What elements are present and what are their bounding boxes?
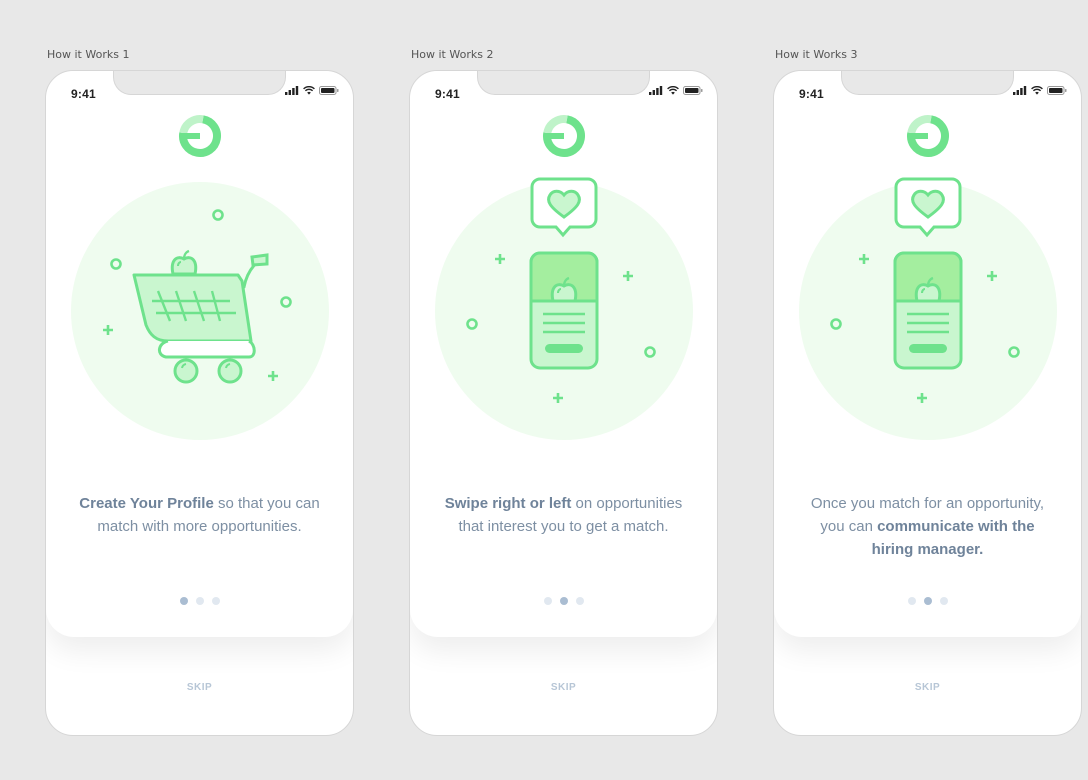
page-dot-3[interactable]	[211, 597, 220, 605]
page-dot-1[interactable]	[907, 597, 916, 605]
onboarding-copy: Create Your Profile so that you can matc…	[74, 492, 325, 538]
page-dot-2[interactable]	[559, 597, 568, 605]
skip-button[interactable]: SKIP	[410, 682, 717, 693]
onboarding-copy: Swipe right or left on opportunities tha…	[438, 492, 689, 538]
page-dot-1[interactable]	[543, 597, 552, 605]
page-indicator	[774, 597, 1081, 605]
copy-emphasis: Create Your Profile	[79, 495, 214, 512]
artboard-label: How it Works 1	[47, 48, 130, 61]
artboard-label: How it Works 2	[411, 48, 494, 61]
artboard-label: How it Works 3	[775, 48, 858, 61]
page-dot-3[interactable]	[575, 597, 584, 605]
artboard-2: How it Works 2 9:41 Swipe right or left …	[409, 48, 719, 736]
copy-emphasis: communicate with the hiring manager.	[871, 518, 1035, 558]
artboard-3: How it Works 3 9:41 Once you match for a…	[773, 48, 1083, 736]
page-dot-3[interactable]	[939, 597, 948, 605]
artboard-1: How it Works 1 9:41 Create Your Profile …	[45, 48, 355, 736]
page-dot-2[interactable]	[923, 597, 932, 605]
phone-frame: 9:41 Once you match for an opportunity, …	[773, 70, 1082, 736]
onboarding-card: 9:41 Swipe right or left on opportunitie…	[410, 71, 717, 637]
shopping-cart-illustration	[103, 209, 292, 384]
phone-heart-illustration	[466, 177, 656, 403]
page-dot-1[interactable]	[179, 597, 188, 605]
onboarding-copy: Once you match for an opportunity, you c…	[802, 492, 1053, 561]
phone-heart-illustration	[830, 177, 1020, 403]
copy-emphasis: Swipe right or left	[444, 495, 572, 512]
page-indicator	[410, 597, 717, 605]
phone-frame: 9:41 Create Your Profile so that you can…	[45, 70, 354, 736]
page-dot-2[interactable]	[195, 597, 204, 605]
onboarding-card: 9:41 Once you match for an opportunity, …	[774, 71, 1081, 637]
page-indicator	[46, 597, 353, 605]
skip-button[interactable]: SKIP	[774, 682, 1081, 693]
onboarding-card: 9:41 Create Your Profile so that you can…	[46, 71, 353, 637]
phone-frame: 9:41 Swipe right or left on opportunitie…	[409, 70, 718, 736]
skip-button[interactable]: SKIP	[46, 682, 353, 693]
